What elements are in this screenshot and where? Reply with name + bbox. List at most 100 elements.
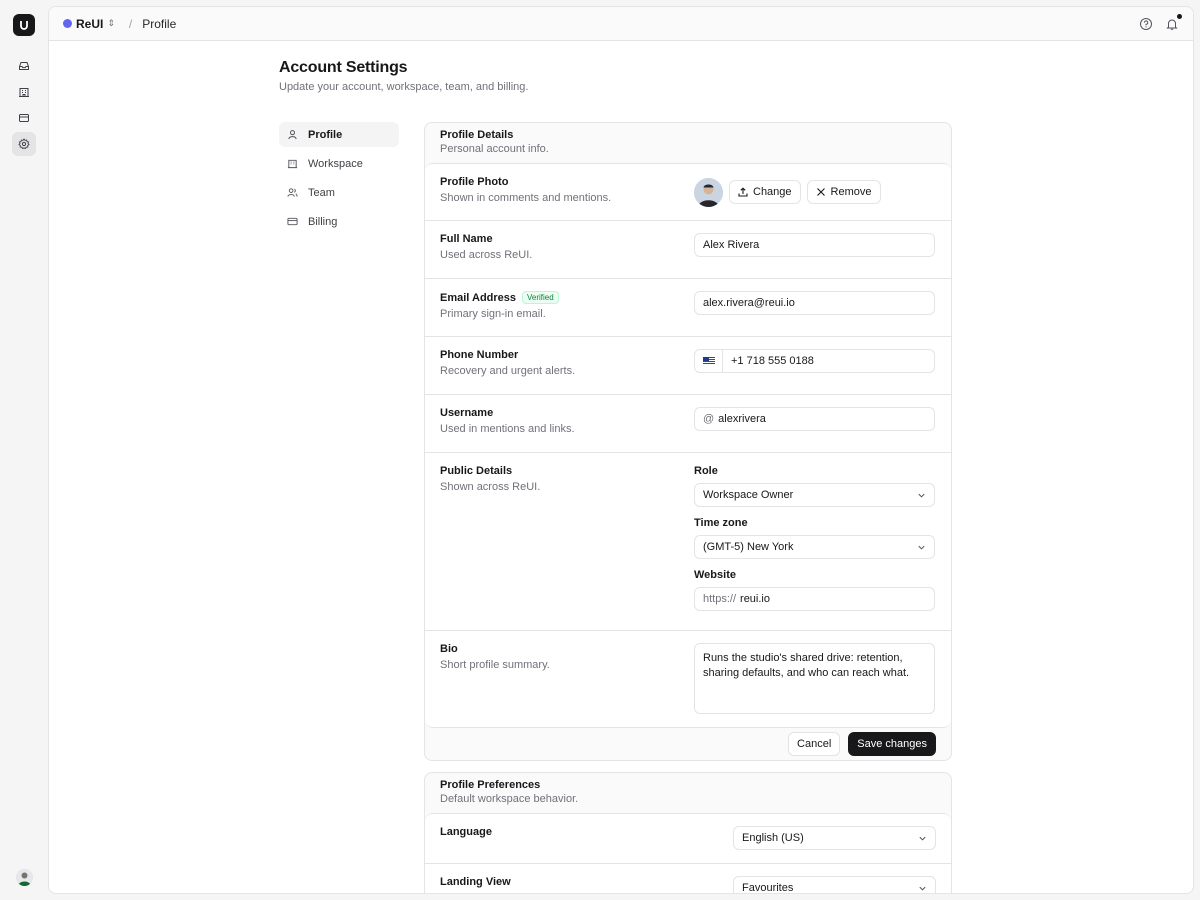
rail-settings-button[interactable] bbox=[12, 132, 36, 156]
chevron-down-icon bbox=[919, 886, 926, 891]
settings-nav-workspace[interactable]: Workspace bbox=[279, 151, 399, 176]
full-name-input[interactable]: Alex Rivera bbox=[694, 233, 935, 257]
timezone-label: Time zone bbox=[694, 517, 748, 529]
language-select[interactable]: English (US) bbox=[733, 826, 936, 850]
role-value: Workspace Owner bbox=[703, 489, 794, 501]
app-rail bbox=[0, 0, 48, 900]
card-title: Profile Details bbox=[440, 129, 514, 141]
rail-inbox-button[interactable] bbox=[12, 54, 36, 78]
remove-photo-button[interactable]: Remove bbox=[806, 180, 881, 204]
row-label: Email Address Verified bbox=[440, 291, 694, 304]
cancel-button[interactable]: Cancel bbox=[788, 732, 841, 756]
landing-view-label: Landing View bbox=[440, 876, 511, 888]
bio-textarea[interactable]: Runs the studio's shared drive: retentio… bbox=[694, 643, 935, 714]
username-row: Username Used in mentions and links. @ a… bbox=[425, 395, 951, 453]
row-description: Shown in comments and mentions. bbox=[440, 192, 612, 204]
chevron-updown-icon[interactable]: ⇕ bbox=[107, 18, 115, 29]
workspace-dot bbox=[63, 19, 72, 28]
user-icon bbox=[288, 130, 297, 140]
email-label: Email Address bbox=[440, 291, 517, 304]
settings-nav-label: Billing bbox=[308, 215, 338, 228]
card-subtitle: Default workspace behavior. bbox=[440, 793, 579, 805]
main-panel: ReUI ⇕ / Profile Account Settings Update… bbox=[48, 6, 1194, 894]
phone-input[interactable]: +1 718 555 0188 bbox=[694, 349, 935, 373]
upload-icon bbox=[738, 187, 748, 197]
timezone-value: (GMT-5) New York bbox=[703, 541, 794, 553]
close-icon bbox=[816, 188, 825, 196]
card-title: Profile Preferences bbox=[440, 779, 541, 791]
card-icon bbox=[287, 217, 298, 226]
website-value: reui.io bbox=[740, 593, 770, 605]
rail-billing-button[interactable] bbox=[12, 106, 36, 130]
user-avatar[interactable] bbox=[16, 869, 33, 886]
settings-nav-label: Profile bbox=[308, 128, 343, 141]
change-photo-label: Change bbox=[753, 186, 792, 198]
website-input[interactable]: https:// reui.io bbox=[694, 587, 935, 611]
phone-row: Phone Number Recovery and urgent alerts.… bbox=[425, 337, 951, 395]
verified-badge: Verified bbox=[522, 291, 559, 304]
landing-view-row: Landing View Favourites bbox=[425, 864, 951, 894]
chevron-down-icon bbox=[919, 836, 926, 841]
card-icon bbox=[19, 114, 29, 122]
email-field[interactable]: alex.rivera@reui.io bbox=[694, 291, 935, 315]
bell-icon[interactable] bbox=[1165, 13, 1182, 31]
profile-preferences-body: Language English (US) Landing View Favou… bbox=[425, 813, 951, 894]
language-row: Language English (US) bbox=[425, 814, 951, 864]
landing-view-value: Favourites bbox=[742, 882, 794, 894]
notification-dot bbox=[1177, 13, 1182, 19]
row-label: Bio bbox=[440, 643, 458, 655]
card-subtitle: Personal account info. bbox=[440, 143, 549, 155]
chevron-down-icon bbox=[918, 545, 925, 550]
phone-value: +1 718 555 0188 bbox=[731, 355, 814, 367]
language-label: Language bbox=[440, 826, 492, 838]
row-description: Primary sign-in email. bbox=[440, 308, 546, 320]
change-photo-button[interactable]: Change bbox=[729, 180, 801, 204]
card-footer: Cancel Save changes bbox=[425, 728, 951, 760]
country-flag-selector[interactable] bbox=[695, 350, 723, 372]
page-subtitle: Update your account, workspace, team, an… bbox=[279, 81, 529, 93]
at-prefix: @ bbox=[703, 413, 715, 425]
building-icon bbox=[19, 88, 29, 97]
profile-photo bbox=[694, 177, 723, 207]
rail-building-button[interactable] bbox=[12, 80, 36, 104]
row-description: Used across ReUI. bbox=[440, 249, 533, 261]
settings-nav-billing[interactable]: Billing bbox=[279, 209, 399, 234]
row-description: Short profile summary. bbox=[440, 659, 550, 671]
breadcrumb-separator: / bbox=[128, 16, 133, 31]
inbox-icon bbox=[19, 62, 29, 70]
users-icon bbox=[287, 188, 298, 197]
settings-nav-label: Workspace bbox=[308, 157, 363, 170]
website-label: Website bbox=[694, 569, 736, 581]
app-logo[interactable] bbox=[13, 14, 35, 36]
top-bar: ReUI ⇕ / Profile bbox=[49, 7, 1193, 41]
settings-nav-team[interactable]: Team bbox=[279, 180, 399, 205]
landing-view-select[interactable]: Favourites bbox=[733, 876, 936, 894]
workspace-switcher[interactable]: ReUI bbox=[76, 17, 103, 31]
role-select[interactable]: Workspace Owner bbox=[694, 483, 935, 507]
profile-preferences-card: Profile Preferences Default workspace be… bbox=[424, 772, 952, 894]
full-name-row: Full Name Used across ReUI. Alex Rivera bbox=[425, 221, 951, 279]
settings-icon bbox=[18, 138, 30, 150]
row-label: Phone Number bbox=[440, 349, 519, 361]
settings-nav-profile[interactable]: Profile bbox=[279, 122, 399, 147]
website-prefix: https:// bbox=[703, 593, 737, 605]
profile-details-body: Profile Photo Shown in comments and ment… bbox=[425, 163, 951, 728]
bio-row: Bio Short profile summary. Runs the stud… bbox=[425, 631, 951, 727]
row-label: Profile Photo bbox=[440, 176, 509, 188]
logo-icon bbox=[20, 21, 28, 30]
role-label: Role bbox=[694, 465, 718, 477]
save-button[interactable]: Save changes bbox=[848, 732, 936, 756]
settings-nav: Profile Workspace Team Billing bbox=[279, 122, 399, 238]
row-description: Shown across ReUI. bbox=[440, 481, 541, 493]
timezone-select[interactable]: (GMT-5) New York bbox=[694, 535, 935, 559]
row-description: Used in mentions and links. bbox=[440, 423, 575, 435]
remove-photo-label: Remove bbox=[830, 186, 872, 198]
breadcrumb[interactable]: Profile bbox=[142, 17, 176, 31]
username-value: alexrivera bbox=[718, 413, 766, 425]
settings-nav-label: Team bbox=[308, 186, 335, 199]
row-label: Username bbox=[440, 407, 494, 419]
username-input[interactable]: @ alexrivera bbox=[694, 407, 935, 431]
page-header: Account Settings Update your account, wo… bbox=[279, 59, 959, 93]
help-icon[interactable] bbox=[1139, 17, 1153, 31]
profile-details-card: Profile Details Personal account info. P… bbox=[424, 122, 952, 761]
